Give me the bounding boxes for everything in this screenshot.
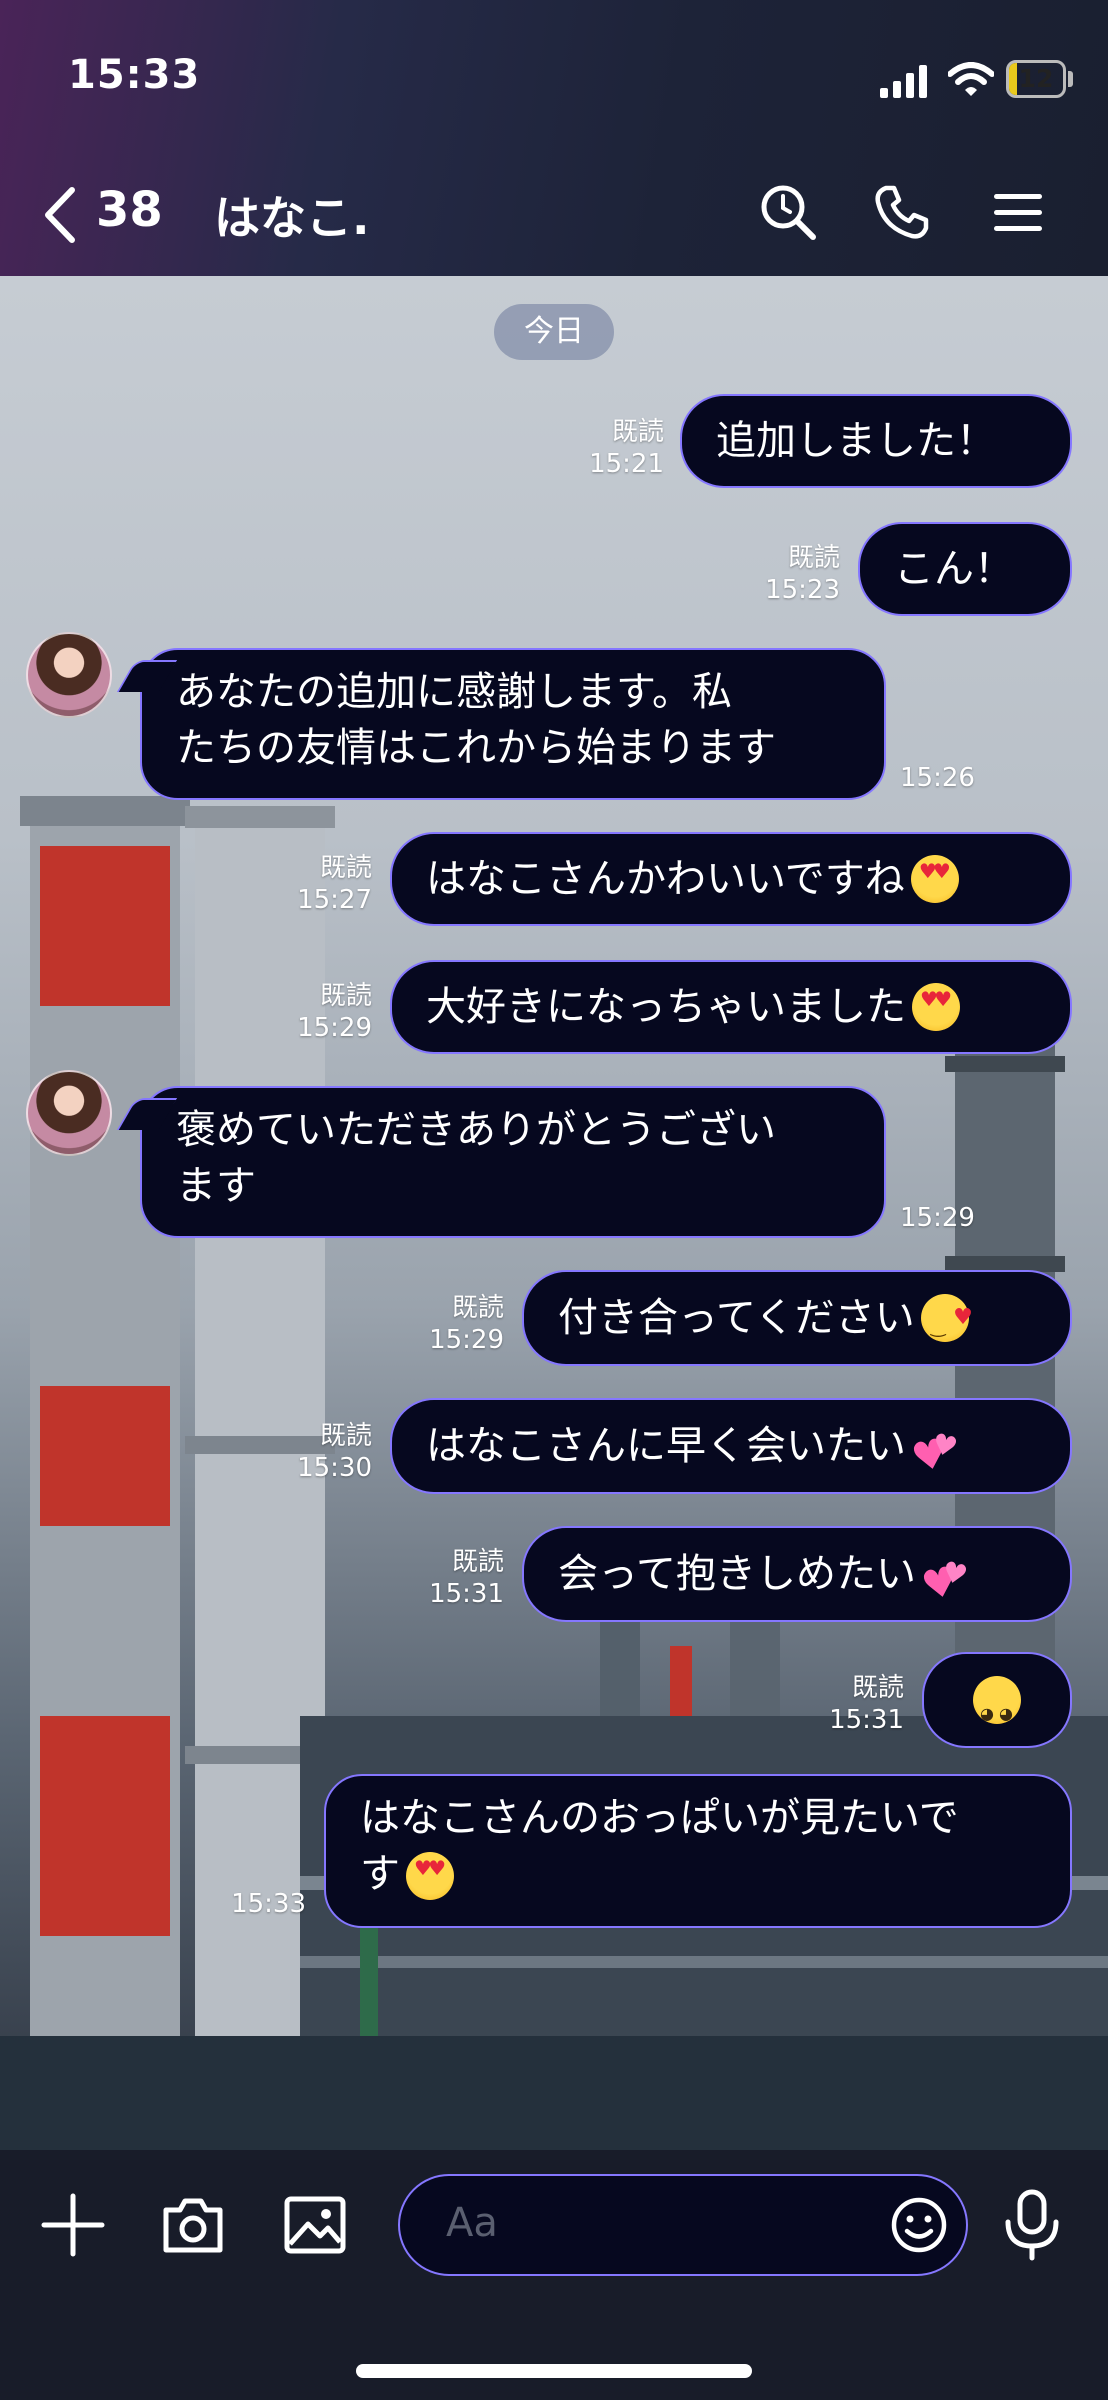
message-meta: 既読 15:29 [268, 980, 372, 1044]
message-bubble-outgoing[interactable]: こん！ [858, 522, 1072, 616]
read-receipt: 既読 [851, 1673, 904, 1703]
message-time: 15:31 [829, 1705, 904, 1735]
two-hearts-emoji-icon [912, 1422, 960, 1470]
message-text-line: はなこさんのおっぱいが見たいで [360, 1795, 959, 1841]
message-text-line: 褒めていただきありがとうござい [176, 1107, 776, 1153]
contact-avatar[interactable] [26, 1070, 112, 1156]
message-text: はなこさんに早く会いたい [426, 1423, 906, 1469]
message-time: 15:21 [589, 449, 664, 479]
message-text-line: ます [176, 1163, 256, 1209]
message-bubble-outgoing[interactable]: はなこさんのおっぱいが見たいで す [324, 1774, 1072, 1928]
status-time: 15:33 [68, 52, 201, 98]
battery-level: 12 [1018, 64, 1054, 93]
emoji-smile-icon[interactable] [890, 2196, 948, 2254]
message-time: 15:29 [297, 1013, 372, 1043]
message-text: 付き合ってください [558, 1295, 915, 1341]
message-time: 15:29 [900, 1203, 975, 1233]
two-hearts-emoji-icon [922, 1550, 970, 1598]
heart-eyes-emoji-icon [406, 1852, 454, 1900]
message-bubble-incoming[interactable]: あなたの追加に感謝します。私 たちの友情はこれから始まります [140, 648, 886, 800]
contact-avatar[interactable] [26, 632, 112, 718]
date-separator: 今日 [494, 304, 614, 360]
message-text: こん！ [894, 546, 1014, 592]
plus-icon[interactable] [38, 2190, 108, 2260]
message-time: 15:27 [297, 885, 372, 915]
back-chevron-icon[interactable] [40, 186, 80, 244]
message-time: 15:26 [900, 763, 975, 793]
chat-header [0, 0, 1108, 276]
read-receipt: 既読 [787, 543, 840, 573]
message-bubble-outgoing[interactable]: 付き合ってください [522, 1270, 1072, 1366]
message-meta: 既読 15:30 [268, 1420, 372, 1484]
read-receipt: 既読 [319, 853, 372, 883]
heart-eyes-emoji-icon [910, 855, 959, 903]
message-bubble-outgoing[interactable]: はなこさんかわいいですね [390, 832, 1072, 926]
kissing-heart-emoji-icon [920, 1290, 973, 1356]
message-meta: 既読 15:31 [400, 1546, 504, 1610]
message-meta: 既読 15:29 [400, 1292, 504, 1356]
message-time: 15:23 [765, 575, 840, 605]
message-bubble-outgoing[interactable] [922, 1652, 1072, 1748]
chat-message-area[interactable]: 今日 既読 15:21 追加しました！ 既読 15:23 こん！ あなたの追加に… [0, 276, 1108, 2150]
message-bubble-outgoing[interactable]: はなこさんに早く会いたい [390, 1398, 1072, 1494]
microphone-icon[interactable] [1000, 2188, 1064, 2262]
message-input-placeholder[interactable]: Aa [446, 2200, 498, 2246]
message-text-line: あなたの追加に感謝します。私 [176, 669, 732, 715]
message-meta: 既読 15:27 [268, 852, 372, 916]
message-time: 15:30 [297, 1453, 372, 1483]
image-icon[interactable] [280, 2190, 350, 2260]
read-receipt: 既読 [451, 1293, 504, 1323]
read-receipt: 既読 [611, 417, 664, 447]
message-bubble-outgoing[interactable]: 会って抱きしめたい [522, 1526, 1072, 1622]
search-icon[interactable] [758, 182, 818, 242]
message-bubble-outgoing[interactable]: 追加しました！ [680, 394, 1072, 488]
read-receipt: 既読 [319, 1421, 372, 1451]
chat-title[interactable]: はなこ. [214, 182, 369, 248]
read-receipt: 既読 [451, 1547, 504, 1577]
message-text: 会って抱きしめたい [558, 1551, 916, 1597]
message-bubble-incoming[interactable]: 褒めていただきありがとうござい ます [140, 1086, 886, 1238]
message-text: 大好きになっちゃいました [426, 984, 906, 1030]
menu-icon[interactable] [988, 182, 1048, 242]
message-meta: 既読 15:31 [800, 1672, 904, 1736]
wifi-icon [948, 62, 994, 96]
home-indicator[interactable] [356, 2364, 752, 2378]
read-receipt: 既読 [319, 981, 372, 1011]
message-meta: 既読 15:23 [736, 542, 840, 606]
message-text: 追加しました！ [716, 418, 996, 464]
camera-icon[interactable] [158, 2190, 228, 2260]
pleading-face-emoji-icon [973, 1676, 1021, 1742]
message-meta: 既読 15:21 [560, 416, 664, 480]
message-time: 15:29 [429, 1325, 504, 1355]
battery-tip [1068, 71, 1073, 87]
heart-eyes-emoji-icon [912, 983, 960, 1031]
message-text-line: す [360, 1851, 400, 1897]
phone-call-icon[interactable] [872, 182, 932, 242]
message-time: 15:33 [231, 1889, 306, 1919]
cellular-signal-icon [880, 65, 927, 98]
message-text-line: たちの友情はこれから始まります [176, 725, 776, 771]
battery-icon: 12 [1006, 60, 1066, 98]
message-text: はなこさんかわいいですね [426, 856, 905, 902]
unread-count[interactable]: 38 [96, 182, 163, 238]
message-time: 15:31 [429, 1579, 504, 1609]
message-bubble-outgoing[interactable]: 大好きになっちゃいました [390, 960, 1072, 1054]
